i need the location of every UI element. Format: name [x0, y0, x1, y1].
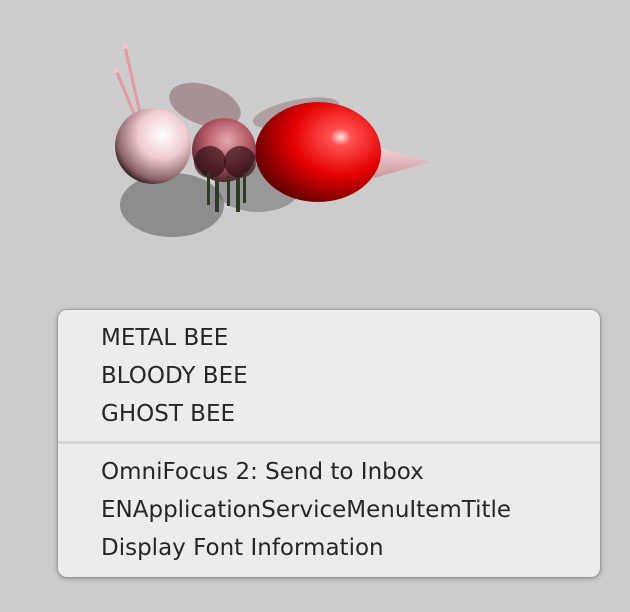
- antenna: [113, 43, 142, 117]
- bee-3d-render: [113, 43, 430, 237]
- context-menu: METAL BEE BLOODY BEE GHOST BEE OmniFocus…: [58, 310, 600, 577]
- menu-item-omnifocus-send-to-inbox[interactable]: OmniFocus 2: Send to Inbox: [58, 453, 600, 491]
- bee-stinger: [374, 146, 430, 178]
- bee-abdomen: [255, 102, 381, 202]
- menu-item-bloody-bee[interactable]: BLOODY BEE: [58, 357, 600, 395]
- menu-item-display-font-information[interactable]: Display Font Information: [58, 529, 600, 567]
- bee-head: [115, 108, 191, 184]
- menu-separator: [58, 441, 600, 444]
- menu-item-metal-bee[interactable]: METAL BEE: [58, 319, 600, 357]
- menu-item-ghost-bee[interactable]: GHOST BEE: [58, 395, 600, 433]
- menu-item-en-application-service[interactable]: ENApplicationServiceMenuItemTitle: [58, 491, 600, 529]
